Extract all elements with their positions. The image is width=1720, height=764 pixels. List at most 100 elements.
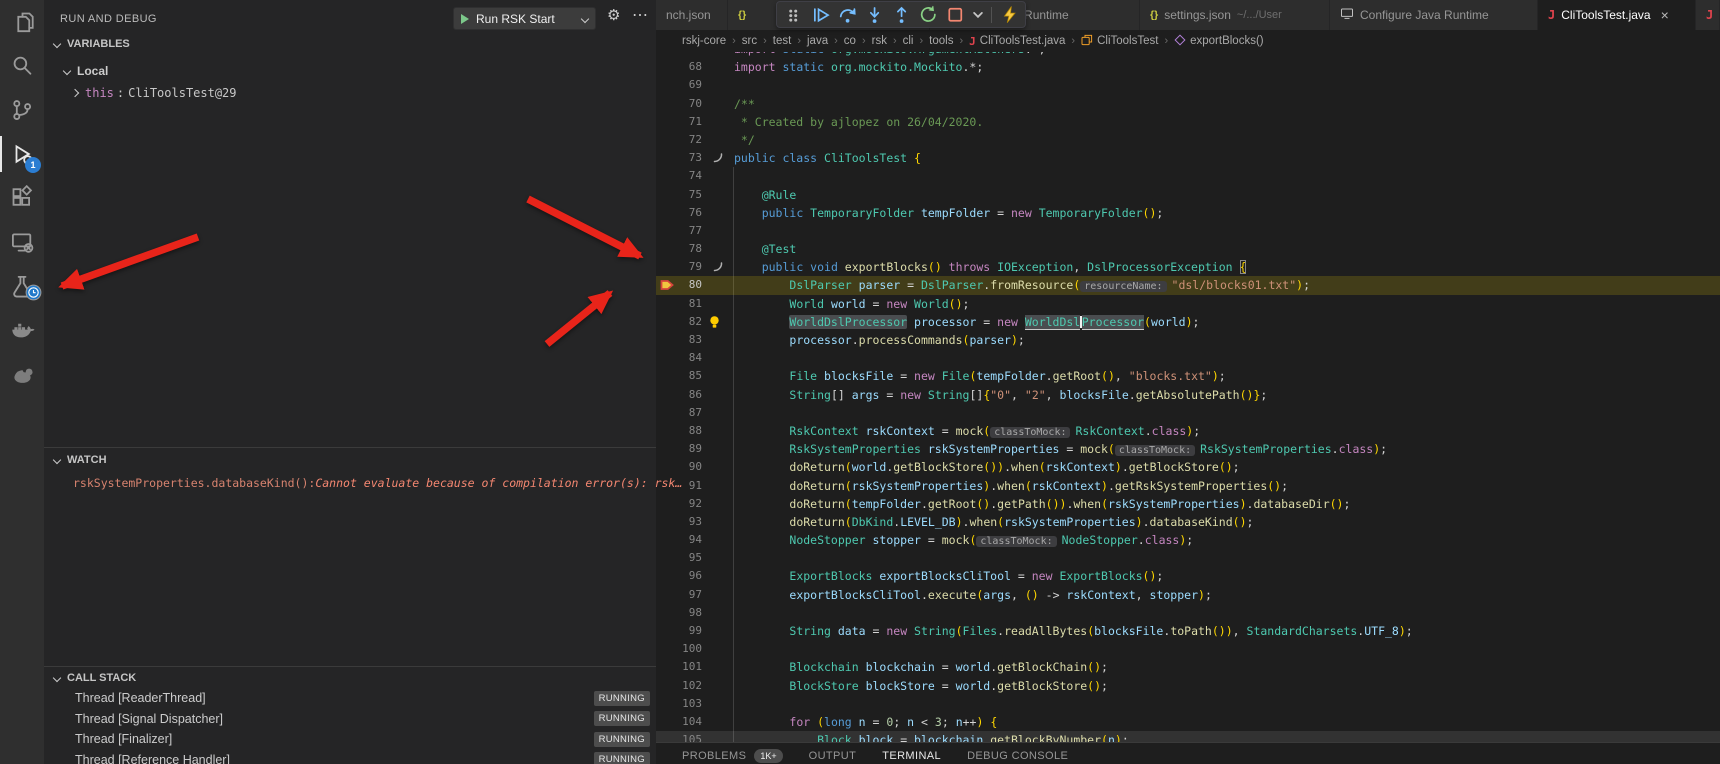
gradle-icon[interactable]	[0, 352, 44, 396]
line-number[interactable]: 101	[656, 658, 702, 676]
code-editor[interactable]: 67import static org.mockito.ArgumentMatc…	[656, 52, 1720, 742]
drag-handle-icon[interactable]	[783, 5, 803, 25]
panel-tab-output[interactable]: OUTPUT	[809, 746, 857, 762]
breadcrumb-method[interactable]: exportBlocks()	[1174, 34, 1264, 49]
breadcrumb-item[interactable]: co	[844, 35, 856, 47]
docker-icon[interactable]	[0, 308, 44, 352]
line-number[interactable]: 96	[656, 567, 702, 585]
breadcrumb-item[interactable]: src	[742, 35, 757, 47]
remote-explorer-icon[interactable]	[0, 220, 44, 264]
step-out-icon[interactable]	[891, 5, 911, 25]
call-stack-thread[interactable]: Thread [Signal Dispatcher] RUNNING	[44, 709, 656, 730]
line-number[interactable]: 75	[656, 186, 702, 204]
line-number[interactable]: 68	[656, 58, 702, 76]
line-number[interactable]: 87	[656, 404, 702, 422]
line-number[interactable]: 69	[656, 76, 702, 94]
code-line-105: 105 Block block = blockchain.getBlockByN…	[656, 731, 1720, 742]
line-number[interactable]: 86	[656, 386, 702, 404]
gear-icon[interactable]: ⚙	[607, 6, 620, 24]
line-number[interactable]: 100	[656, 640, 702, 658]
line-number[interactable]: 76	[656, 204, 702, 222]
breadcrumb-file[interactable]: JCliToolsTest.java	[969, 35, 1065, 48]
line-number[interactable]: 88	[656, 422, 702, 440]
watch-section-header[interactable]: WATCH	[54, 454, 107, 466]
breadcrumb-item[interactable]: test	[773, 35, 792, 47]
line-number[interactable]: 103	[656, 695, 702, 713]
line-number[interactable]: 79	[656, 258, 702, 276]
panel-tab-terminal[interactable]: TERMINAL	[882, 746, 941, 762]
breadcrumb-item[interactable]: cli	[903, 35, 914, 47]
testing-icon[interactable]	[0, 264, 44, 308]
line-number[interactable]: 89	[656, 440, 702, 458]
variables-section-header[interactable]: VARIABLES	[54, 38, 130, 50]
breadcrumb-item[interactable]: rsk	[872, 35, 887, 47]
hot-code-replace-icon[interactable]	[999, 5, 1019, 25]
line-number[interactable]: 104	[656, 713, 702, 731]
line-number[interactable]: 99	[656, 622, 702, 640]
line-number[interactable]: 105	[656, 731, 702, 742]
step-into-icon[interactable]	[864, 5, 884, 25]
breadcrumb-item[interactable]: tools	[929, 35, 953, 47]
line-number[interactable]: 94	[656, 531, 702, 549]
editor-tab-settings.json[interactable]: {}settings.json~/.../User	[1140, 0, 1330, 30]
line-number[interactable]: 73	[656, 149, 702, 167]
line-number[interactable]: 78	[656, 240, 702, 258]
call-stack-thread-list: Thread [ReaderThread] RUNNINGThread [Sig…	[44, 688, 656, 764]
more-actions-icon[interactable]: ⋯	[632, 5, 649, 25]
source-control-icon[interactable]	[0, 88, 44, 132]
call-stack-section-header[interactable]: CALL STACK	[54, 672, 136, 684]
code-line-78: 78 @Test	[656, 240, 1720, 258]
line-number[interactable]: 81	[656, 295, 702, 313]
editor-tab-Configure Java Runtime[interactable]: Configure Java Runtime	[1330, 0, 1538, 30]
line-number[interactable]: 80	[656, 276, 702, 294]
line-number[interactable]: 98	[656, 604, 702, 622]
run-config-label: Run RSK Start	[476, 12, 582, 26]
editor-tab-hidden-6[interactable]: J	[1696, 0, 1720, 30]
line-number[interactable]: 93	[656, 513, 702, 531]
code-line-85: 85 File blocksFile = new File(tempFolder…	[656, 367, 1720, 385]
line-number[interactable]: 70	[656, 95, 702, 113]
line-number[interactable]: 92	[656, 495, 702, 513]
close-icon[interactable]: ×	[1661, 7, 1669, 23]
run-and-debug-icon[interactable]: 1	[0, 132, 44, 176]
stop-icon[interactable]	[945, 5, 965, 25]
code-text: @Rule	[734, 186, 796, 204]
call-stack-thread[interactable]: Thread [ReaderThread] RUNNING	[44, 688, 656, 709]
editor-tab-nch.json[interactable]: nch.json	[656, 0, 728, 30]
variable-entry-this[interactable]: this: CliToolsTest@29	[72, 82, 237, 104]
editor-tab-CliToolsTest.java[interactable]: JCliToolsTest.java×	[1538, 0, 1696, 30]
call-stack-thread[interactable]: Thread [Reference Handler] RUNNING	[44, 750, 656, 764]
variables-scope-local[interactable]: Local	[64, 60, 108, 82]
line-number[interactable]: 97	[656, 586, 702, 604]
stop-menu-chevron-icon[interactable]	[972, 5, 984, 25]
line-number[interactable]: 74	[656, 167, 702, 185]
panel-tab-problems[interactable]: PROBLEMS1K+	[682, 745, 783, 763]
line-number[interactable]: 85	[656, 367, 702, 385]
run-config-dropdown[interactable]: Run RSK Start	[453, 7, 596, 30]
breadcrumb-class[interactable]: CliToolsTest	[1081, 34, 1158, 49]
code-line-72: 72 */	[656, 131, 1720, 149]
extensions-icon[interactable]	[0, 176, 44, 220]
code-line-83: 83 processor.processCommands(parser);	[656, 331, 1720, 349]
line-number[interactable]: 72	[656, 131, 702, 149]
line-number[interactable]: 102	[656, 677, 702, 695]
breadcrumb-item[interactable]: java	[807, 35, 828, 47]
line-number[interactable]: 83	[656, 331, 702, 349]
line-number[interactable]: 71	[656, 113, 702, 131]
watch-expression-row[interactable]: rskSystemProperties.databaseKind(): Cann…	[73, 472, 682, 494]
search-icon[interactable]	[0, 44, 44, 88]
step-over-icon[interactable]	[837, 5, 857, 25]
call-stack-thread[interactable]: Thread [Finalizer] RUNNING	[44, 729, 656, 750]
line-number[interactable]: 77	[656, 222, 702, 240]
panel-tab-debug-console[interactable]: DEBUG CONSOLE	[967, 746, 1068, 762]
line-number[interactable]: 84	[656, 349, 702, 367]
breadcrumb: rskj-core›src›test›java›co›rsk›cli›tools…	[656, 30, 1720, 52]
explorer-icon[interactable]	[0, 0, 44, 44]
breadcrumb-item[interactable]: rskj-core	[682, 35, 726, 47]
restart-icon[interactable]	[918, 5, 938, 25]
continue-icon[interactable]	[810, 5, 830, 25]
line-number[interactable]: 95	[656, 549, 702, 567]
code-text: RskContext rskContext = mock(classToMock…	[734, 422, 1200, 442]
line-number[interactable]: 82	[656, 313, 702, 331]
chevron-down-icon	[581, 14, 589, 22]
